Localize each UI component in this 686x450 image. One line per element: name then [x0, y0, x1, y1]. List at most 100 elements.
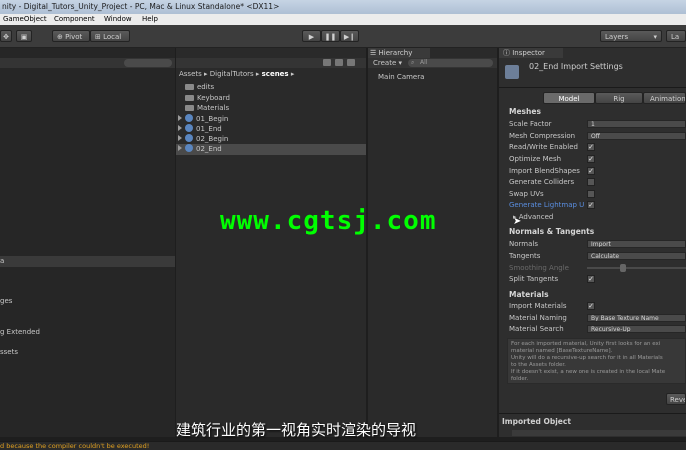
checkmark-icon: ✓ [588, 275, 594, 283]
hierarchy-search-input[interactable]: ⌕ All [408, 59, 493, 67]
split-tangents-label: Split Tangents [509, 275, 559, 283]
scene-icon [185, 114, 193, 122]
asset-scene-selected[interactable]: 02_End [176, 144, 366, 155]
pivot-icon: ⊕ [57, 33, 63, 41]
breadcrumb-item[interactable]: scenes [262, 70, 289, 78]
scene-icon [185, 124, 193, 132]
inspector-title: 02_End Import Settings [529, 62, 623, 71]
menu-help[interactable]: Help [142, 14, 158, 25]
local-toggle[interactable]: ⊞ Local [90, 30, 130, 42]
expand-icon[interactable] [178, 125, 182, 131]
filter-icon[interactable] [323, 59, 331, 66]
menu-window[interactable]: Window [104, 14, 132, 25]
tree-item[interactable]: g Extended [0, 327, 40, 338]
expand-icon[interactable] [178, 115, 182, 121]
play-button[interactable]: ▶ [302, 30, 321, 42]
asset-folder[interactable]: edits [185, 82, 214, 93]
breadcrumb-item[interactable]: Assets [179, 70, 202, 78]
favorite-icon[interactable] [347, 59, 355, 66]
tab-model[interactable]: Model [543, 92, 595, 104]
mouse-cursor-icon: ➤ [513, 216, 522, 227]
optimize-mesh-checkbox[interactable]: ✓ [587, 155, 595, 163]
blendshapes-checkbox[interactable]: ✓ [587, 167, 595, 175]
layout-dropdown[interactable]: La [666, 30, 686, 42]
list-icon: ☰ [370, 49, 377, 57]
material-naming-dropdown[interactable]: By Base Texture Name [587, 314, 686, 322]
hierarchy-toolbar: Create ▾ ⌕ All [368, 58, 497, 68]
info-icon: ⓘ [503, 49, 510, 57]
mesh-compression-dropdown[interactable]: Off [587, 132, 686, 140]
checkmark-icon: ✓ [588, 201, 594, 209]
normals-dropdown[interactable]: Import [587, 240, 686, 248]
asset-folder[interactable]: Materials [185, 103, 229, 114]
blendshapes-label: Import BlendShapes [509, 167, 580, 175]
breadcrumb-item[interactable]: DigitalTutors [210, 70, 254, 78]
material-help-box: For each imported material, Unity first … [507, 338, 686, 384]
read-write-label: Read/Write Enabled [509, 143, 578, 151]
project-toolbar [176, 58, 366, 68]
menu-gameobject[interactable]: GameObject [3, 14, 47, 25]
menu-component[interactable]: Component [54, 14, 95, 25]
smoothing-angle-slider[interactable] [587, 267, 686, 269]
folder-icon [185, 105, 194, 111]
swap-uvs-label: Swap UVs [509, 190, 544, 198]
checkmark-icon: ✓ [588, 155, 594, 163]
search-icon: ⌕ [411, 59, 415, 66]
inspector-tab[interactable]: ⓘ Inspector [499, 48, 563, 58]
project-tree-panel: a ges g Extended ssets [0, 48, 175, 437]
tree-item[interactable]: ssets [0, 347, 18, 358]
window-title: nity - Digital_Tutors_Unity_Project - PC… [2, 2, 280, 11]
layers-dropdown[interactable]: Layers ▾ [600, 30, 662, 42]
hierarchy-tab[interactable]: ☰ Hierarchy [368, 48, 430, 58]
preview-scrollbar[interactable] [512, 430, 686, 436]
step-button[interactable]: ▶❙ [340, 30, 359, 42]
rect-icon: ▣ [20, 33, 28, 41]
import-materials-checkbox[interactable]: ✓ [587, 302, 595, 310]
project-search-input[interactable] [124, 59, 172, 67]
tree-item[interactable]: ges [0, 296, 12, 307]
dropdown-arrow-icon: ▾ [653, 33, 657, 41]
material-search-dropdown[interactable]: Recursive-Up [587, 325, 686, 333]
label-icon[interactable] [335, 59, 343, 66]
lightmap-uv-label: Generate Lightmap U [509, 201, 585, 209]
pause-icon: ❚❚ [324, 33, 337, 41]
move-icon: ✥ [3, 33, 9, 41]
move-tool-button[interactable]: ✥ [0, 30, 12, 42]
lightmap-uv-checkbox[interactable]: ✓ [587, 201, 595, 209]
video-subtitle: 建筑行业的第一视角实时渲染的导视 [176, 421, 417, 439]
divider [499, 87, 686, 88]
tree-item[interactable]: a [0, 256, 175, 267]
rect-tool-button[interactable]: ▣ [16, 30, 32, 42]
expand-icon[interactable] [178, 135, 182, 141]
scale-factor-label: Scale Factor [509, 120, 552, 128]
step-icon: ▶❙ [343, 33, 356, 41]
split-tangents-checkbox[interactable]: ✓ [587, 275, 595, 283]
breadcrumb: Assets ▸ DigitalTutors ▸ scenes ▸ [179, 70, 295, 78]
scene-icon [185, 144, 193, 152]
meshes-header: Meshes [509, 107, 541, 116]
colliders-checkbox[interactable] [587, 178, 595, 186]
read-write-checkbox[interactable]: ✓ [587, 143, 595, 151]
smoothing-angle-label: Smoothing Angle [509, 264, 569, 272]
expand-icon[interactable] [178, 145, 182, 151]
tab-animations[interactable]: Animations [643, 92, 686, 104]
hierarchy-item[interactable]: Main Camera [378, 72, 424, 83]
scale-factor-input[interactable]: 1 [587, 120, 686, 128]
optimize-mesh-label: Optimize Mesh [509, 155, 562, 163]
local-icon: ⊞ [95, 33, 101, 41]
tangents-dropdown[interactable]: Calculate [587, 252, 686, 260]
tangents-label: Tangents [509, 252, 541, 260]
revert-button[interactable]: Reve [666, 393, 686, 405]
slider-thumb[interactable] [620, 264, 626, 272]
pivot-toggle[interactable]: ⊕ Pivot [52, 30, 90, 42]
material-naming-label: Material Naming [509, 314, 567, 322]
colliders-label: Generate Colliders [509, 178, 575, 186]
project-search-bar [0, 58, 175, 68]
watermark-text: www.cgtsj.com [220, 206, 437, 236]
pause-button[interactable]: ❚❚ [321, 30, 340, 42]
swap-uvs-checkbox[interactable] [587, 190, 595, 198]
create-dropdown[interactable]: Create ▾ [373, 58, 402, 68]
materials-header: Materials [509, 290, 549, 299]
menu-bar: GameObject Component Window Help [0, 14, 686, 25]
tab-rig[interactable]: Rig [595, 92, 643, 104]
